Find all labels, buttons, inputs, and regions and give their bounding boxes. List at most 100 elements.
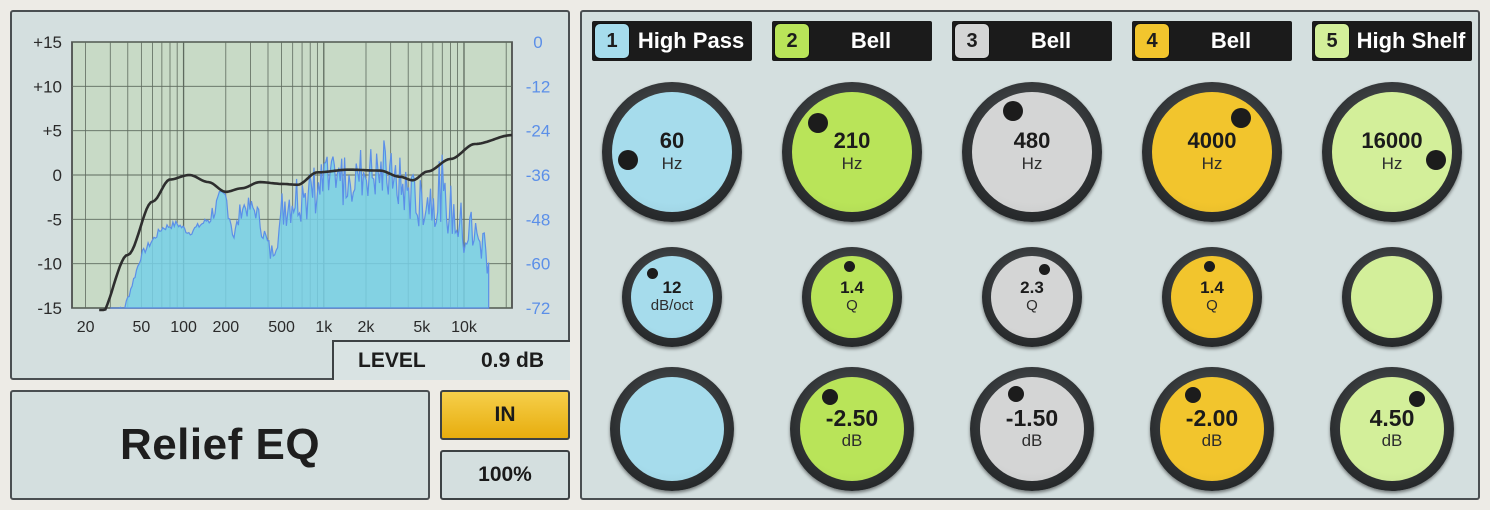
gain-axis-tick-label: -15 — [37, 299, 62, 318]
band-3-freq-knob-indicator-dot — [1002, 101, 1023, 122]
band-4-gain-knob-face: -2.00 dB — [1160, 377, 1264, 481]
band-2-freq-knob[interactable]: 210 Hz — [782, 82, 922, 222]
band-3-type-selector[interactable]: 3 Bell — [952, 21, 1112, 61]
band-3-gain-knob-indicator-dot — [1007, 385, 1024, 402]
band-4-q-knob[interactable]: 1.4 Q — [1162, 247, 1262, 347]
gain-axis-tick-label: +10 — [33, 77, 62, 96]
level-axis-tick-label: -12 — [526, 77, 551, 96]
band-5-gain-knob-face: 4.50 dB — [1340, 377, 1444, 481]
band-1-column: 1 High Pass 60 Hz 12 dB/oct — [582, 12, 762, 498]
band-3-q-knob-indicator-dot — [1039, 263, 1051, 275]
eq-response-graph[interactable]: +15 +10 +5 0 -5 -10 -15 0 -12 -24 -36 -48 -60 -72 20 50… — [12, 12, 568, 378]
band-5-freq-knob-unit: Hz — [1381, 154, 1403, 173]
band-4-gain-knob-indicator-dot — [1184, 387, 1201, 404]
gain-axis-tick-label: +15 — [33, 33, 62, 52]
mix-value[interactable]: 100% — [440, 450, 570, 500]
frequency-axis-tick-label: 100 — [170, 319, 197, 336]
band-1-freq-knob-value: 60 — [659, 128, 685, 153]
band-5-freq-knob[interactable]: 16000 Hz — [1322, 82, 1462, 222]
band-1-slope-knob-face: 12 dB/oct — [631, 256, 713, 338]
band-4-q-knob-indicator-dot — [1203, 261, 1215, 273]
band-1-type-selector[interactable]: 1 High Pass — [592, 21, 752, 61]
band-3-gain-knob-value: -1.50 — [1005, 405, 1059, 431]
band-5-freq-knob-indicator-dot — [1426, 149, 1447, 170]
band-5-freq-knob-value: 16000 — [1361, 128, 1423, 153]
band-2-freq-knob-unit: Hz — [841, 154, 863, 173]
band-5-unused-knob[interactable] — [1342, 247, 1442, 347]
band-1-unused-knob-face — [620, 377, 724, 481]
level-axis-tick-label: -60 — [526, 255, 551, 274]
band-5-gain-knob-indicator-dot — [1409, 391, 1426, 408]
band-5-enable-toggle[interactable]: 5 — [1314, 23, 1350, 59]
level-label: LEVEL — [358, 349, 426, 372]
eq-graph-panel: +15 +10 +5 0 -5 -10 -15 0 -12 -24 -36 -48 -60 -72 20 50… — [10, 10, 570, 380]
band-1-enable-toggle[interactable]: 1 — [594, 23, 630, 59]
band-4-freq-knob[interactable]: 4000 Hz — [1142, 82, 1282, 222]
band-1-freq-knob-indicator-dot — [617, 149, 638, 170]
band-1-unused-knob[interactable] — [610, 367, 734, 491]
band-2-gain-knob[interactable]: -2.50 dB — [790, 367, 914, 491]
band-4-gain-knob-value: -2.00 — [1185, 405, 1239, 431]
frequency-axis-tick-label: 20 — [77, 319, 95, 336]
band-4-enable-toggle[interactable]: 4 — [1134, 23, 1170, 59]
band-3-type-label: Bell — [1030, 28, 1072, 53]
band-1-slope-knob[interactable]: 12 dB/oct — [622, 247, 722, 347]
frequency-axis-tick-label: 2k — [358, 319, 376, 336]
band-3-freq-knob-face: 480 Hz — [972, 92, 1092, 212]
band-4-gain-knob[interactable]: -2.00 dB — [1150, 367, 1274, 491]
frequency-axis-tick-label: 500 — [268, 319, 295, 336]
band-3-gain-knob-unit: dB — [1021, 431, 1043, 450]
band-1-freq-knob[interactable]: 60 Hz — [602, 82, 742, 222]
band-3-q-knob-value: 2.3 — [1020, 278, 1044, 297]
band-2-freq-knob-face: 210 Hz — [792, 92, 912, 212]
band-2-type-selector[interactable]: 2 Bell — [772, 21, 932, 61]
band-4-column: 4 Bell 4000 Hz 1.4 Q -2.00 dB — [1122, 12, 1302, 498]
level-readout[interactable]: LEVEL 0.9 dB — [332, 340, 570, 380]
frequency-axis-tick-label: 1k — [315, 319, 333, 336]
band-5-type-label: High Shelf — [1356, 28, 1466, 53]
band-3-q-knob[interactable]: 2.3 Q — [982, 247, 1082, 347]
band-4-gain-knob-unit: dB — [1201, 431, 1223, 450]
band-3-freq-knob[interactable]: 480 Hz — [962, 82, 1102, 222]
gain-axis-tick-label: +5 — [43, 122, 62, 141]
band-3-q-knob-unit: Q — [1026, 297, 1038, 314]
gain-axis-tick-label: 0 — [53, 166, 62, 185]
band-1-slope-knob-unit: dB/oct — [650, 297, 694, 314]
band-2-freq-knob-value: 210 — [833, 128, 871, 153]
band-2-column: 2 Bell 210 Hz 1.4 Q -2.50 dB — [762, 12, 942, 498]
band-5-gain-knob[interactable]: 4.50 dB — [1330, 367, 1454, 491]
band-1-slope-knob-indicator-dot — [646, 268, 658, 280]
band-2-gain-knob-unit: dB — [841, 431, 863, 450]
band-2-q-knob[interactable]: 1.4 Q — [802, 247, 902, 347]
band-2-gain-knob-indicator-dot — [821, 389, 838, 406]
band-4-type-label: Bell — [1210, 28, 1252, 53]
band-3-q-knob-face: 2.3 Q — [991, 256, 1073, 338]
bands-panel: 1 High Pass 60 Hz 12 dB/oct 2 Bell 210 Hz 1.4 Q -2.5… — [580, 10, 1480, 500]
in-button[interactable]: IN — [440, 390, 570, 440]
band-4-type-selector[interactable]: 4 Bell — [1132, 21, 1292, 61]
band-3-column: 3 Bell 480 Hz 2.3 Q -1.50 dB — [942, 12, 1122, 498]
frequency-axis-tick-label: 50 — [132, 319, 150, 336]
band-1-freq-knob-face: 60 Hz — [612, 92, 732, 212]
band-4-freq-knob-indicator-dot — [1230, 107, 1251, 128]
band-3-gain-knob[interactable]: -1.50 dB — [970, 367, 1094, 491]
frequency-axis-tick-label: 10k — [451, 319, 478, 336]
band-3-enable-toggle[interactable]: 3 — [954, 23, 990, 59]
band-5-gain-knob-unit: dB — [1381, 431, 1403, 450]
band-1-type-label: High Pass — [637, 28, 745, 53]
plugin-name-panel: Relief EQ — [10, 390, 430, 500]
band-4-freq-knob-face: 4000 Hz — [1152, 92, 1272, 212]
band-2-q-knob-face: 1.4 Q — [811, 256, 893, 338]
band-2-q-knob-unit: Q — [846, 297, 858, 314]
band-4-freq-knob-value: 4000 — [1187, 128, 1237, 153]
frequency-axis-tick-label: 200 — [212, 319, 239, 336]
level-axis-tick-label: -24 — [526, 122, 551, 141]
band-4-freq-knob-unit: Hz — [1201, 154, 1223, 173]
level-axis-tick-label: -72 — [526, 299, 551, 318]
band-2-gain-knob-face: -2.50 dB — [800, 377, 904, 481]
band-2-enable-toggle[interactable]: 2 — [774, 23, 810, 59]
band-1-freq-knob-unit: Hz — [661, 154, 683, 173]
level-axis-tick-label: -36 — [526, 166, 551, 185]
gain-axis-tick-label: -5 — [47, 210, 62, 229]
band-5-type-selector[interactable]: 5 High Shelf — [1312, 21, 1472, 61]
